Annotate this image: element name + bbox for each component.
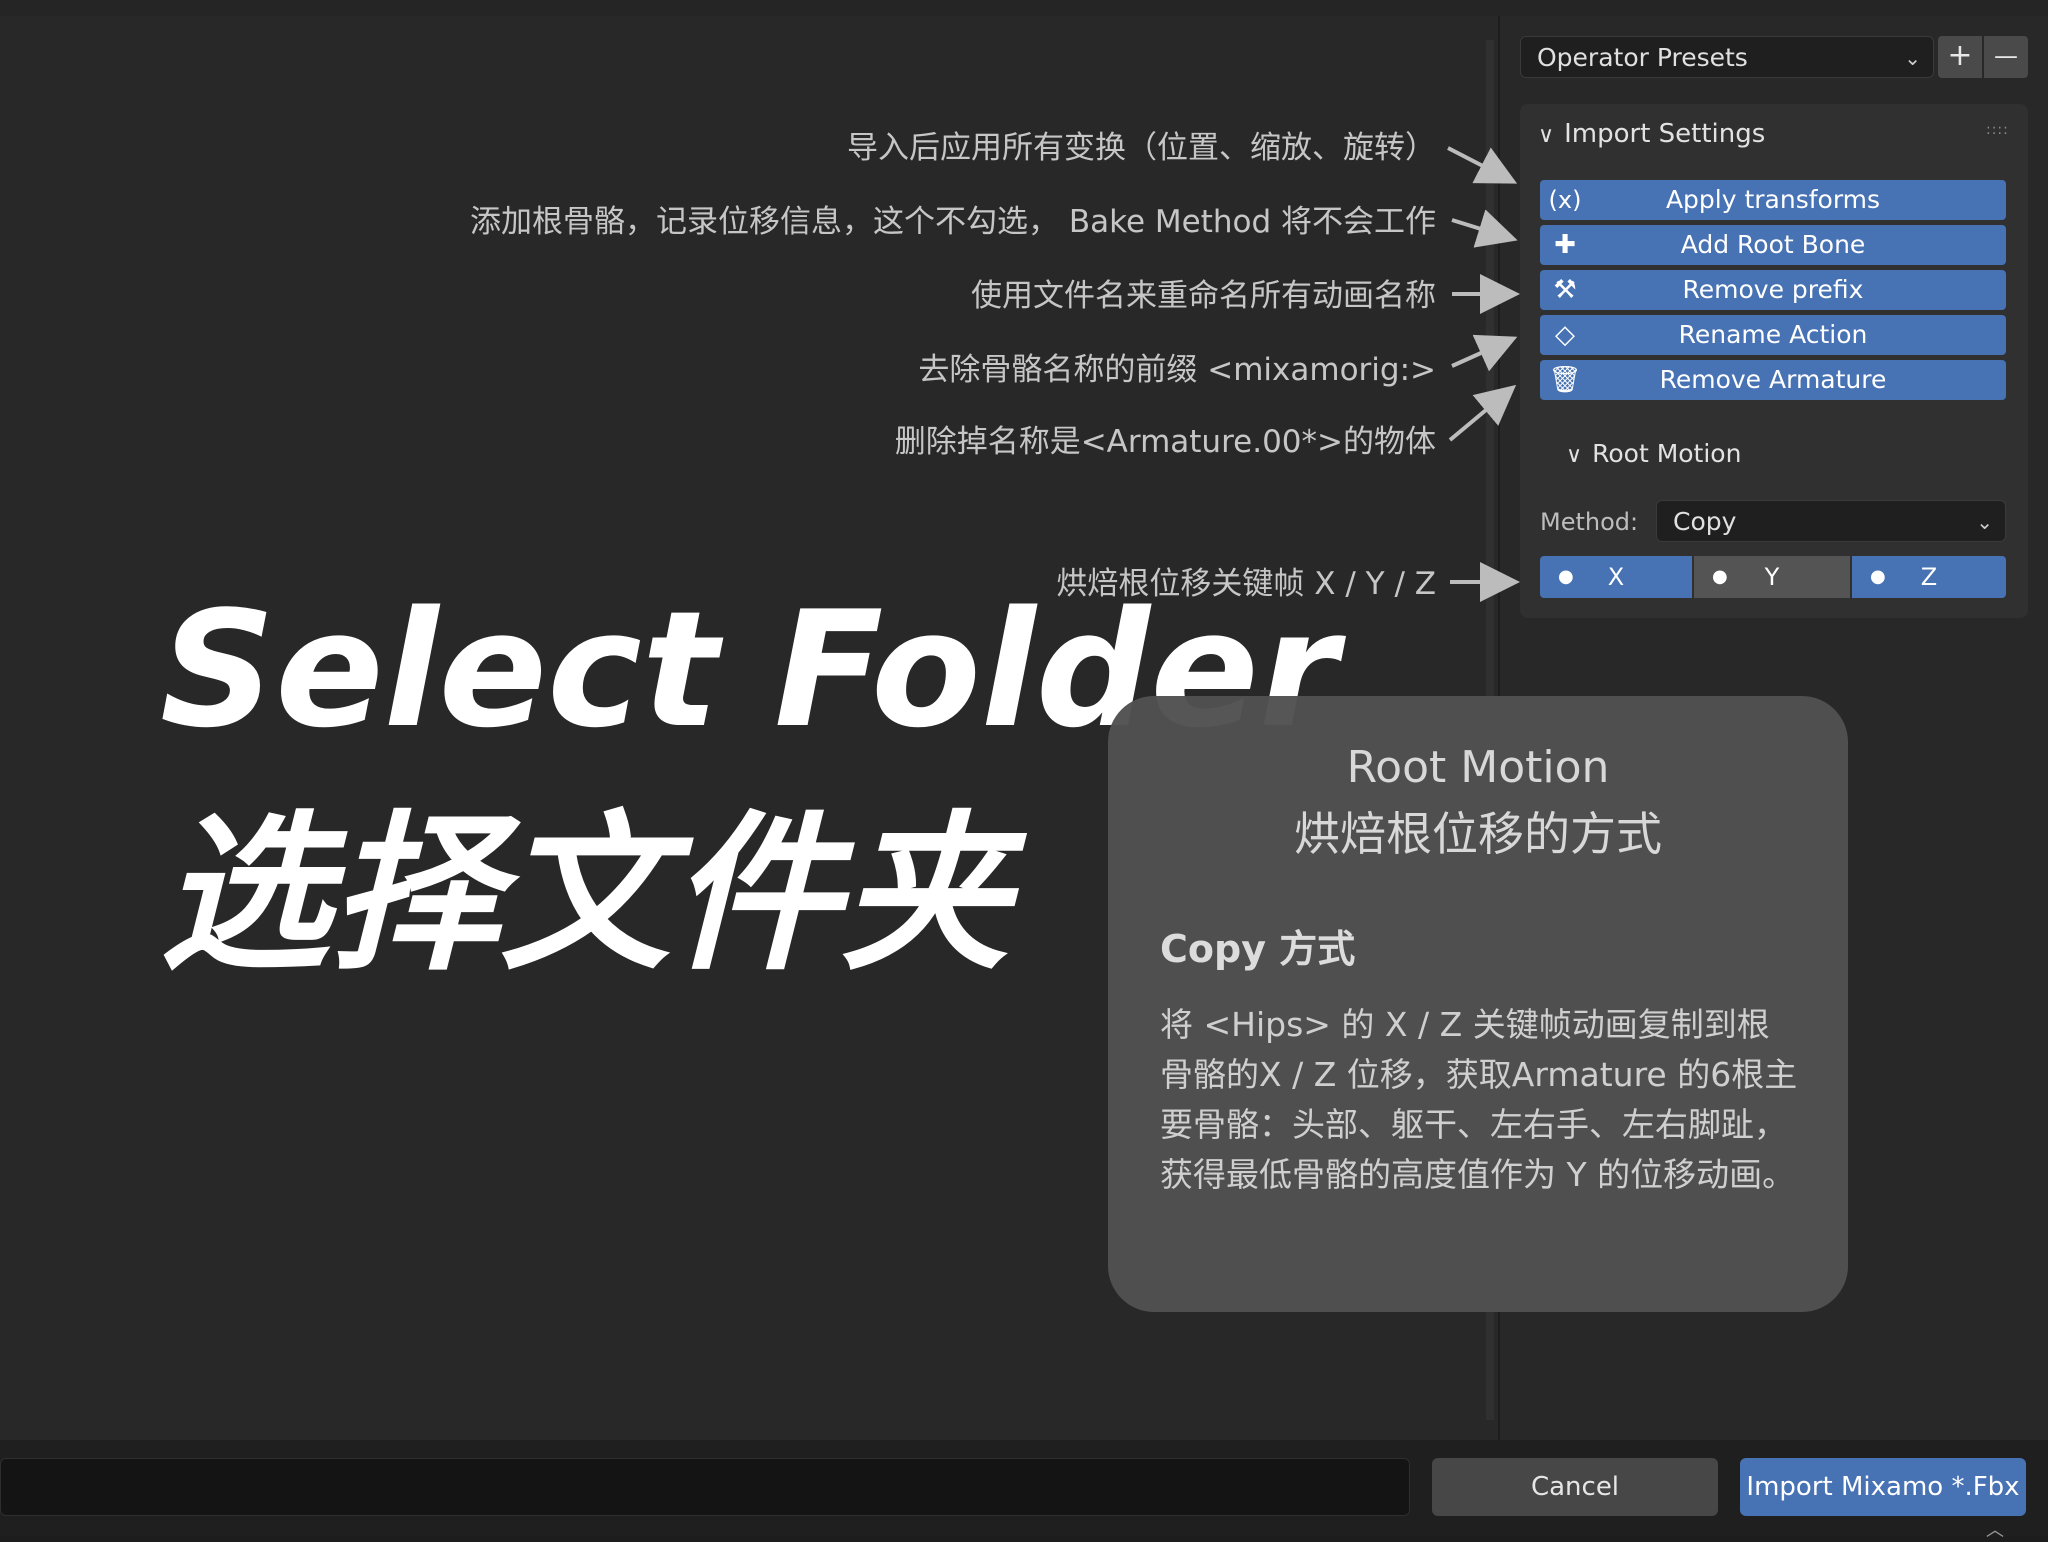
method-dropdown[interactable]: Copy ⌄ xyxy=(1656,500,2006,542)
trash-icon: 🗑 xyxy=(1548,365,1582,395)
drag-grip-icon[interactable]: :::: xyxy=(1986,122,2009,138)
apply-transforms-button[interactable]: (x) Apply transforms xyxy=(1540,180,2006,220)
add-root-bone-button[interactable]: ✚ Add Root Bone xyxy=(1540,225,2006,265)
chevron-down-icon: ∨ xyxy=(1566,443,1583,468)
axis-y-label: Y xyxy=(1764,563,1780,591)
tooltip-subtitle: 烘焙根位移的方式 xyxy=(1294,807,1662,861)
remove-armature-label: Remove Armature xyxy=(1659,365,1887,394)
tooltip-heading: Copy 方式 xyxy=(1160,927,1356,971)
add-preset-button[interactable]: + xyxy=(1938,36,1982,78)
tooltip-body: 将 <Hips> 的 X / Z 关键帧动画复制到根骨骼的X / Z 位移，获取… xyxy=(1160,1005,1798,1194)
apply-transforms-label: Apply transforms xyxy=(1665,185,1881,214)
import-settings-header[interactable]: ∨ Import Settings xyxy=(1538,114,1765,156)
remove-prefix-label: Remove prefix xyxy=(1682,275,1864,304)
remove-armature-button[interactable]: 🗑 Remove Armature xyxy=(1540,360,2006,400)
chevron-down-icon: ⌄ xyxy=(1976,510,1993,534)
operator-presets-dropdown[interactable]: Operator Presets ⌄ xyxy=(1520,36,1934,78)
arrow-add-root-bone xyxy=(1451,209,1518,248)
arrow-remove-armature xyxy=(1448,384,1517,442)
bone-add-icon: ✚ xyxy=(1554,230,1576,260)
axis-x-label: X xyxy=(1607,563,1625,591)
tooltip-title: Root Motion xyxy=(1346,742,1610,793)
filename-input[interactable] xyxy=(0,1458,1410,1516)
variable-icon: (x) xyxy=(1548,186,1582,214)
chevron-down-icon: ∨ xyxy=(1538,123,1555,148)
method-value: Copy xyxy=(1673,507,1737,536)
operator-presets-label: Operator Presets xyxy=(1537,43,1748,72)
cancel-button[interactable]: Cancel xyxy=(1432,1458,1718,1516)
axis-z-toggle[interactable]: ● Z xyxy=(1852,556,2006,598)
chevron-up-icon[interactable]: ︿ xyxy=(1986,1516,2004,1542)
axis-y-toggle[interactable]: ● Y xyxy=(1694,556,1850,598)
arrow-apply-transforms xyxy=(1447,146,1518,184)
import-mixamo-button[interactable]: Import Mixamo *.Fbx xyxy=(1740,1458,2026,1516)
remove-prefix-button[interactable]: ⚒ Remove prefix xyxy=(1540,270,2006,310)
import-settings-label: Import Settings xyxy=(1564,119,1766,149)
axis-x-toggle[interactable]: ● X xyxy=(1540,556,1692,598)
remove-preset-button[interactable]: — xyxy=(1984,36,2028,78)
axis-z-label: Z xyxy=(1920,563,1938,591)
chevron-down-icon: ⌄ xyxy=(1904,46,1921,70)
root-motion-label: Root Motion xyxy=(1592,439,1742,468)
method-label: Method: xyxy=(1540,508,1639,536)
action-icon: ◇ xyxy=(1555,320,1575,350)
root-motion-header[interactable]: ∨ Root Motion xyxy=(1566,436,1741,474)
bone-icon: ⚒ xyxy=(1553,275,1577,305)
add-root-bone-label: Add Root Bone xyxy=(1680,230,1866,259)
rename-action-button[interactable]: ◇ Rename Action xyxy=(1540,315,2006,355)
arrow-remove-prefix xyxy=(1451,334,1518,372)
rename-action-label: Rename Action xyxy=(1678,320,1868,349)
